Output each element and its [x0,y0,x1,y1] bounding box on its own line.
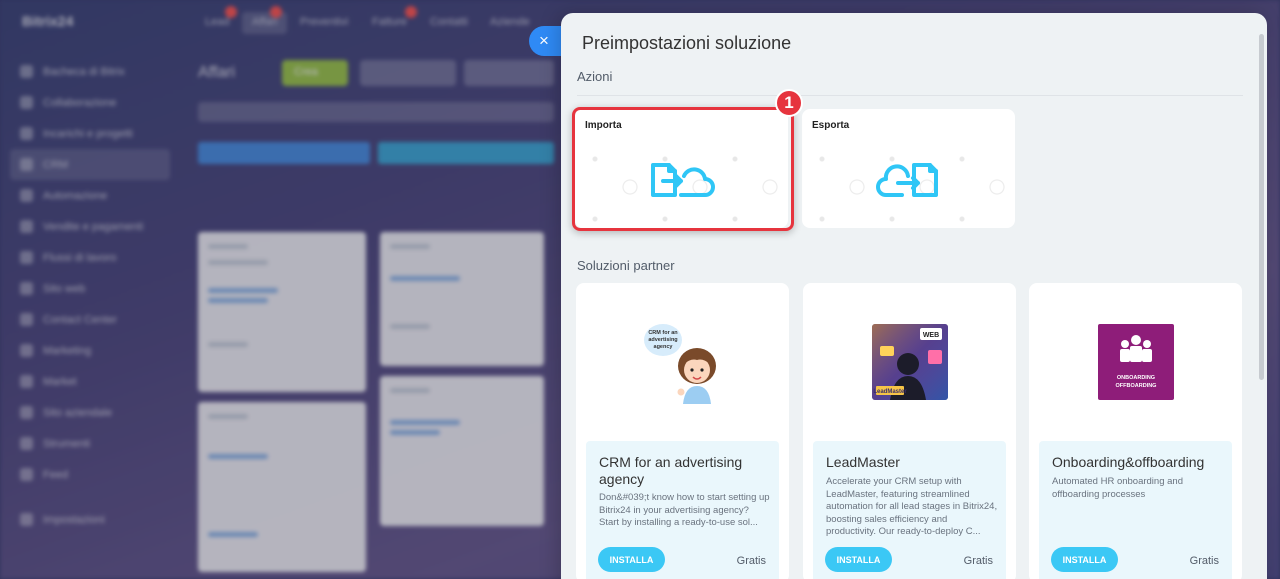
partner-description: Automated HR onboarding and offboarding … [1052,476,1183,500]
onboarding-illustration: ONBOARDING OFFBOARDING [1097,324,1174,400]
import-icon [651,163,715,197]
partner-card[interactable]: WEB LeadMaster LeadMaster Accelerate you… [803,283,1016,579]
section-divider [577,95,1243,96]
panel-title: Preimpostazioni soluzione [582,33,792,53]
svg-text:LeadMaster: LeadMaster [873,389,907,395]
actions-section-label: Azioni [577,69,613,84]
price-label: Gratis [736,555,766,567]
leadmaster-illustration: WEB LeadMaster [871,324,948,400]
partner-name: CRM for an advertising agency [599,454,743,487]
install-button[interactable]: INSTALLA [1051,547,1118,572]
partner-card[interactable]: CRM for an advertising agency CRM for an… [576,283,789,579]
svg-text:ONBOARDING: ONBOARDING [1116,375,1154,381]
step-number-badge: 1 [775,89,803,117]
partners-section-label: Soluzioni partner [577,258,675,273]
close-icon: × [539,31,549,50]
install-button[interactable]: INSTALLA [598,547,665,572]
svg-text:WEB: WEB [922,332,938,339]
svg-text:CRM for an: CRM for an [648,330,678,336]
export-card[interactable]: Esporta [802,109,1015,228]
partner-info: Onboarding&offboarding Automated HR onbo… [1039,441,1232,579]
partner-image: WEB LeadMaster [803,283,1016,441]
install-button[interactable]: INSTALLA [825,547,892,572]
price-label: Gratis [963,555,993,567]
partner-info: LeadMaster Accelerate your CRM setup wit… [813,441,1006,579]
partner-name: LeadMaster [826,454,900,470]
partner-info: CRM for an advertising agency Don&#039;t… [586,441,779,579]
import-card[interactable]: Importa [575,109,788,228]
partner-description: Accelerate your CRM setup with LeadMaste… [826,476,998,537]
export-card-label: Esporta [812,120,850,131]
advertising-agency-illustration: CRM for an advertising agency [643,324,716,404]
svg-text:OFFBOARDING: OFFBOARDING [1115,383,1156,389]
export-icon [876,163,938,197]
import-card-label: Importa [585,120,622,131]
partner-name: Onboarding&offboarding [1052,454,1205,470]
partner-image: ONBOARDING OFFBOARDING [1029,283,1242,441]
solution-presets-panel: Preimpostazioni soluzione Azioni Importa… [561,13,1267,579]
panel-scrollbar[interactable] [1259,34,1264,380]
svg-text:advertising: advertising [648,337,677,343]
partner-image: CRM for an advertising agency [576,283,789,441]
partner-description: Don&#039;t know how to start setting up … [599,492,770,528]
price-label: Gratis [1189,555,1219,567]
svg-text:agency: agency [653,344,673,350]
partner-card[interactable]: ONBOARDING OFFBOARDING Onboarding&offboa… [1029,283,1242,579]
